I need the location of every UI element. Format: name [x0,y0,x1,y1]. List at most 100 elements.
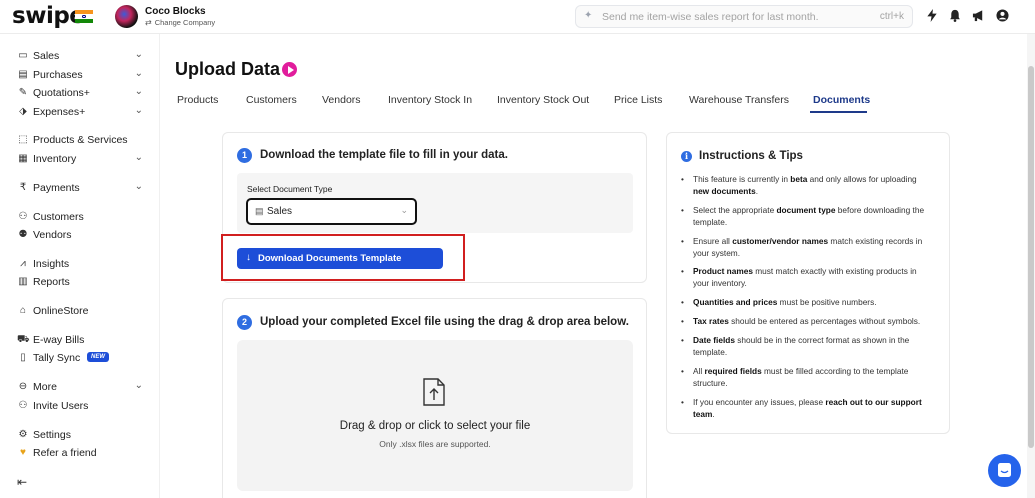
tab-customers[interactable]: Customers [246,94,297,106]
switch-icon: ⇄ [145,18,152,27]
expenses-icon: ⬗ [19,106,27,117]
download-template-button[interactable]: ↓ Download Documents Template [237,248,443,269]
company-avatar[interactable] [115,5,138,28]
tip-text: Quantities and prices must be positive n… [693,297,877,307]
scroll-thumb[interactable] [1028,66,1034,448]
chevron-down-icon: ⌄ [134,105,143,116]
sidebar-item-inventory[interactable]: ▦ Inventory ⌄ [17,152,143,168]
tab-documents[interactable]: Documents [813,94,870,106]
instructions-card: i Instructions & Tips • This feature is c… [666,132,950,434]
select-document-label: Select Document Type [247,184,333,194]
step2-card: 2 Upload your completed Excel file using… [222,298,647,498]
tab-warehouse-transfers[interactable]: Warehouse Transfers [689,94,789,106]
heart-icon: ♥ [20,447,26,458]
sidebar-item-more[interactable]: ⊖ More ⌄ [17,380,143,396]
chevron-down-icon: ⌄ [134,152,143,163]
sidebar: ▭ Sales ⌄ ▤ Purchases ⌄ ✎ Quotations+ ⌄ … [0,34,160,498]
search-placeholder: Send me item-wise sales report for last … [602,11,819,23]
download-template-label: Download Documents Template [258,253,402,264]
step2-number: 2 [237,315,252,330]
tip-text: Ensure all customer/vendor names match e… [693,236,923,258]
sidebar-item-onlinestore[interactable]: ⌂ OnlineStore [17,304,143,320]
sidebar-item-purchases[interactable]: ▤ Purchases ⌄ [17,68,143,84]
chevron-down-icon: ⌄ [134,68,143,79]
active-tab-indicator [810,111,867,113]
document-icon: ▤ [255,206,264,216]
tip-text: Select the appropriate document type bef… [693,205,925,227]
sidebar-item-label: Insights [33,258,70,270]
sidebar-item-label: Vendors [33,229,72,241]
sidebar-item-label: Customers [33,211,84,223]
tip-text: This feature is currently in beta and on… [693,174,917,196]
sidebar-item-products-services[interactable]: ⬚ Products & Services [17,133,143,149]
sidebar-item-quotations[interactable]: ✎ Quotations+ ⌄ [17,86,143,102]
sidebar-item-vendors[interactable]: ⚉ Vendors [17,228,143,244]
sidebar-item-expenses[interactable]: ⬗ Expenses+ ⌄ [17,105,143,121]
collapse-sidebar-icon[interactable]: ⇤ [17,475,27,489]
bell-icon[interactable] [948,9,962,23]
tip-text: If you encounter any issues, please reac… [693,397,922,419]
swipe-logo[interactable]: swipe [12,3,85,29]
sidebar-item-label: Quotations+ [33,87,90,99]
document-type-select[interactable]: ▤ Sales ⌄ [246,198,417,225]
dropzone-title: Drag & drop or click to select your file [339,420,531,432]
search-input[interactable]: ✦ Send me item-wise sales report for las… [575,5,913,28]
sidebar-item-label: E-way Bills [33,334,85,346]
scrollbar[interactable] [1027,34,1035,498]
sidebar-item-payments[interactable]: ₹ Payments ⌄ [17,181,143,197]
sidebar-item-sales[interactable]: ▭ Sales ⌄ [17,49,143,65]
sidebar-item-label: Reports [33,276,70,288]
sidebar-item-tally-sync[interactable]: ▯ Tally Sync NEW [17,351,143,367]
chat-support-button[interactable] [988,454,1021,487]
megaphone-icon[interactable] [971,9,985,23]
bolt-icon[interactable] [925,9,939,23]
sidebar-item-customers[interactable]: ⚇ Customers [17,210,143,226]
step1-title: Download the template file to fill in yo… [260,149,508,161]
vendors-icon: ⚉ [18,229,28,240]
tab-products[interactable]: Products [177,94,218,106]
tab-vendors[interactable]: Vendors [322,94,361,106]
chevron-down-icon: ⌄ [134,380,143,391]
new-badge: NEW [87,352,109,362]
india-flag-icon [75,10,93,23]
sidebar-item-label: Invite Users [33,400,89,412]
sidebar-item-refer[interactable]: ♥ Refer a friend [17,446,143,462]
sidebar-item-invite-users[interactable]: ⚇ Invite Users [17,399,143,415]
inventory-icon: ▦ [18,153,28,164]
store-icon: ⌂ [19,305,27,316]
sidebar-item-reports[interactable]: ▥ Reports [17,275,143,291]
step1-number: 1 [237,148,252,163]
top-bar: swipe Coco Blocks ⇄ Change Company ✦ Send… [0,0,1035,34]
sidebar-item-eway-bills[interactable]: ⛟ E-way Bills [17,333,143,349]
sidebar-item-insights[interactable]: ⩘ Insights [17,257,143,273]
search-shortcut: ctrl+k [879,11,904,22]
invite-icon: ⚇ [18,400,28,411]
tab-inventory-stock-out[interactable]: Inventory Stock Out [497,94,589,106]
file-dropzone[interactable]: Drag & drop or click to select your file… [237,340,633,491]
sidebar-item-label: Expenses+ [33,106,86,118]
instructions-title: Instructions & Tips [699,150,803,162]
tab-price-lists[interactable]: Price Lists [614,94,662,106]
play-video-icon[interactable] [282,62,297,77]
reports-icon: ▥ [18,276,28,287]
sparkle-icon: ✦ [584,10,593,21]
sidebar-item-label: More [33,381,57,393]
chevron-down-icon: ⌄ [400,205,408,215]
sidebar-item-label: Inventory [33,153,77,165]
tip-text: Tax rates should be entered as percentag… [693,316,921,326]
company-name[interactable]: Coco Blocks [145,6,206,17]
sidebar-item-label: OnlineStore [33,305,89,317]
dropzone-subtitle: Only .xlsx files are supported. [379,439,491,449]
sidebar-item-label: Settings [33,429,71,441]
tab-inventory-stock-in[interactable]: Inventory Stock In [388,94,472,106]
chevron-down-icon: ⌄ [134,86,143,97]
change-company-link[interactable]: ⇄ Change Company [145,18,215,27]
tab-bar: Products Customers Vendors Inventory Sto… [160,92,1027,114]
document-type-value: Sales [267,206,293,217]
sidebar-item-settings[interactable]: ⚙ Settings [17,428,143,444]
user-icon[interactable] [995,9,1009,23]
tip-text: Date fields should be in the correct for… [693,335,910,357]
quotations-icon: ✎ [18,87,28,98]
sidebar-item-label: Sales [33,50,60,62]
tip-text: Product names must match exactly with ex… [693,266,917,288]
